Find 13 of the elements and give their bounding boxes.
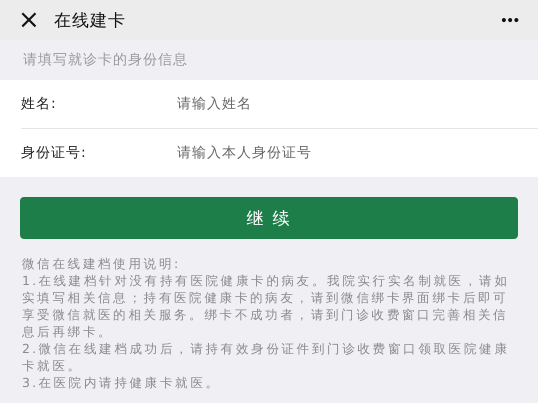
window-title: 在线建卡 (54, 10, 127, 32)
continue-button[interactable]: 继 续 (20, 197, 518, 239)
input-field[interactable]: 请输入本人身份证号 (175, 144, 538, 162)
section-hint: 请填写就诊卡的身份信息 (23, 51, 188, 69)
field-label: 姓名: (21, 95, 58, 113)
notes-title: 微信在线建档使用说明: (22, 255, 182, 272)
note-paragraph: 2.微信在线建档成功后，请持有效身份证件到门诊收费窗口领取医院健康卡就医。 (22, 340, 511, 374)
more-button[interactable]: ••• (501, 12, 520, 28)
input-field[interactable]: 请输入姓名 (175, 95, 538, 113)
close-button[interactable]: × (18, 7, 40, 33)
note-paragraph: 1.在线建档针对没有持有医院健康卡的病友。我院实行实名制就医，请如实填写相关信息；持有医院健康卡的病友，请到微信绑卡界面绑卡后即可享受微信就医的相关服务。绑卡不成功者，请到门诊收费窗口完善相关信息后再绑卡。 (22, 272, 511, 340)
field-label: 身份证号: (21, 144, 88, 162)
note-paragraph: 3.在医院内请持健康卡就医。 (22, 374, 222, 391)
